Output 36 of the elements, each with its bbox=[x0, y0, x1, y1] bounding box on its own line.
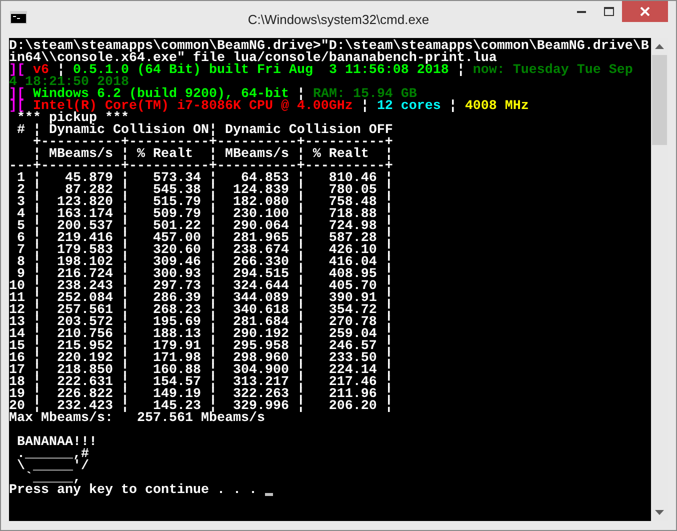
maximize-icon bbox=[604, 7, 614, 16]
console-text: 4008 MHz bbox=[464, 101, 529, 113]
console-text: BANANAA!!! bbox=[16, 437, 97, 449]
close-icon bbox=[640, 7, 650, 16]
console-text: 0.5.1.0 (64 Bit) built Fri Aug 3 11:56:08 2018 bbox=[73, 65, 449, 77]
console-text: \ _____'/ bbox=[16, 461, 89, 473]
console-text: now: Tuesday Tue Sep bbox=[472, 65, 633, 77]
console-text: RAM: 15.94 GB bbox=[312, 89, 417, 101]
console-text: v6 bbox=[32, 65, 49, 77]
console-text: Intel(R) Core(TM) i7-8086K CPU @ 4.00GHz bbox=[32, 101, 353, 113]
console-text: ¦ bbox=[296, 89, 305, 101]
console-text: ][ bbox=[9, 89, 25, 101]
console-text: Press any key to continue . . . bbox=[9, 485, 258, 497]
console-text: ¦ MBeams/s ¦ % Realt ¦ MBeams/s ¦ % Realt ¦ bbox=[32, 149, 393, 161]
console-text: 1 ¦ 45.879 ¦ 573.34 ¦ 64.853 ¦ 810.46 ¦ bbox=[16, 173, 393, 185]
minimize-icon bbox=[577, 10, 586, 12]
scroll-down-icon bbox=[655, 510, 664, 515]
console-text: `_____, bbox=[24, 473, 81, 485]
console-text: *** pickup *** bbox=[16, 113, 129, 125]
console-text: D:\steam\steamapps\common\BeamNG.drive>"D:\steam\steamapps\common\BeamNG.drive\B bbox=[9, 41, 649, 53]
console-app-icon bbox=[10, 11, 27, 24]
window-title: C:\Windows\system32\cmd.exe bbox=[248, 11, 430, 29]
console-text: ¦ bbox=[448, 101, 458, 113]
console-text: ¦ bbox=[456, 65, 465, 77]
scroll-up-icon bbox=[655, 44, 664, 49]
console-text: ¦ bbox=[360, 101, 370, 113]
console-text: ¦ bbox=[56, 65, 65, 77]
console-text: ][ bbox=[9, 65, 25, 77]
console-text: ][ bbox=[9, 101, 25, 113]
console-text: Max Mbeams/s: 257.561 Mbeams/s bbox=[9, 413, 265, 425]
console-text: # ¦ Dynamic Collision ON¦ Dynamic Collision OFF bbox=[16, 125, 393, 137]
console-text: 12 cores bbox=[376, 101, 441, 113]
console-text: ---+----------+----------+----------+----------+ bbox=[9, 161, 393, 173]
scrollbar-thumb[interactable] bbox=[652, 55, 668, 145]
close-button[interactable] bbox=[622, 1, 668, 22]
text-cursor bbox=[264, 493, 273, 496]
